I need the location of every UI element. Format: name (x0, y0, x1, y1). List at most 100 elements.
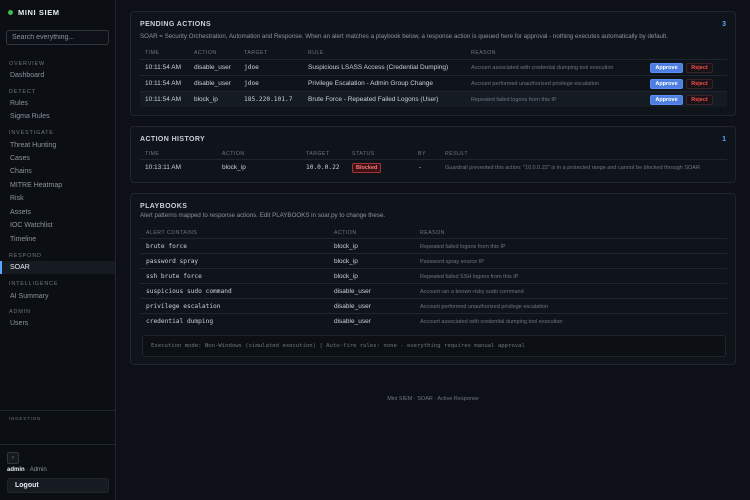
column-header: TARGET (306, 151, 330, 157)
cell-target: jdoe (244, 64, 259, 71)
column-header: ACTION (334, 230, 357, 236)
table-row: 10:11:54 AM block_ip 185.220.101.7 Brute… (140, 91, 727, 107)
cell-reason: Account associated with credential dumpi… (471, 65, 614, 71)
cell-rule: Brute Force - Repeated Failed Logons (Us… (308, 96, 439, 103)
sidebar-item-threat-hunting[interactable]: Threat Hunting (0, 139, 115, 152)
cell-action: block_ip (222, 164, 246, 171)
reject-button[interactable]: Reject (686, 95, 713, 105)
sidebar-item-mitre-heatmap[interactable]: MITRE Heatmap (0, 179, 115, 192)
sidebar: MINI SIEM OVERVIEW Dashboard DETECT Rule… (0, 0, 116, 500)
cell-result: Guardrail prevented this action: "10.0.0… (445, 165, 700, 171)
nav-section-intelligence: INTELLIGENCE (9, 281, 59, 287)
nav-section-detect: DETECT (9, 89, 36, 95)
nav-section-investigate: INVESTIGATE (9, 130, 54, 136)
card-title: PENDING ACTIONS (140, 21, 212, 28)
cell-rule: Privilege Escalation - Admin Group Chang… (308, 80, 434, 87)
cell-action: block_ip (194, 96, 218, 103)
cell-reason: Account performed unauthorized privilege… (471, 81, 600, 87)
cell-reason: Password spray source IP (420, 259, 484, 265)
card-title: PLAYBOOKS (140, 203, 188, 210)
table-row: ssh brute force block_ip Repeated failed… (140, 268, 727, 283)
column-header: TIME (145, 151, 160, 157)
status-dot-icon (8, 10, 13, 15)
cell-time: 10:11:54 AM (145, 96, 182, 103)
footer: Mini SIEM · SOAR · Active Response (387, 396, 479, 402)
cell-pattern: privilege escalation (146, 303, 221, 310)
cell-action: block_ip (334, 258, 358, 265)
nav-section-overview: OVERVIEW (9, 61, 45, 67)
column-header: ACTION (194, 50, 217, 56)
pending-actions-card: PENDING ACTIONS 3 SOAR = Security Orches… (130, 11, 736, 116)
card-description: SOAR = Security Orchestration, Automatio… (140, 33, 668, 40)
card-title: ACTION HISTORY (140, 136, 206, 143)
search-input[interactable] (6, 30, 109, 45)
cell-pattern: suspicious sudo command (146, 288, 232, 295)
reject-button[interactable]: Reject (686, 63, 713, 73)
execution-mode-note: Execution mode: Non-Windows (simulated e… (142, 335, 726, 357)
brand-name: MINI SIEM (18, 8, 60, 17)
cell-reason: Repeated failed SSH logons from this IP (420, 274, 519, 280)
sidebar-item-soar[interactable]: SOAR (0, 261, 115, 274)
pending-count-badge: 3 (722, 21, 726, 28)
chevron-right-icon[interactable]: › (7, 452, 19, 464)
cell-target: 10.0.0.22 (306, 164, 340, 171)
cell-action: disable_user (194, 64, 231, 71)
column-header: ACTION (222, 151, 245, 157)
cell-action: block_ip (334, 273, 358, 280)
cell-time: 10:11:54 AM (145, 64, 182, 71)
column-header: RESULT (445, 151, 469, 157)
cell-time: 10:13:11 AM (145, 164, 182, 171)
user-role: Admin (29, 467, 47, 473)
cell-action: disable_user (194, 80, 231, 87)
table-row: password spray block_ip Password spray s… (140, 253, 727, 268)
card-description: Alert patterns mapped to response action… (140, 212, 386, 219)
user-info: admin · Admin (7, 467, 47, 473)
cell-action: block_ip (334, 243, 358, 250)
cell-by: - (419, 164, 422, 171)
brand: MINI SIEM (8, 8, 60, 17)
cell-pattern: brute force (146, 243, 187, 250)
approve-button[interactable]: Approve (650, 95, 683, 105)
column-header: RULE (308, 50, 324, 56)
sidebar-item-ioc-watchlist[interactable]: IOC Watchlist (0, 219, 115, 232)
sidebar-item-risk[interactable]: Risk (0, 192, 115, 205)
sidebar-item-users[interactable]: Users (0, 317, 115, 330)
cell-pattern: ssh brute force (146, 273, 202, 280)
sidebar-item-cases[interactable]: Cases (0, 152, 115, 165)
sidebar-item-dashboard[interactable]: Dashboard (0, 69, 115, 82)
column-header: STATUS (352, 151, 375, 157)
cell-target: jdoe (244, 80, 259, 87)
history-count-badge: 1 (722, 136, 726, 143)
reject-button[interactable]: Reject (686, 79, 713, 89)
sidebar-item-rules[interactable]: Rules (0, 97, 115, 110)
sidebar-item-ai-summary[interactable]: AI Summary (0, 290, 115, 303)
playbooks-card: PLAYBOOKS Alert patterns mapped to respo… (130, 193, 736, 365)
nav-section-respond: RESPOND (9, 253, 42, 259)
cell-reason: Repeated failed logons from this IP (420, 244, 506, 250)
cell-rule: Suspicious LSASS Access (Credential Dump… (308, 64, 449, 71)
cell-reason: Account ran a known-risky sudo command (420, 289, 524, 295)
sidebar-item-assets[interactable]: Assets (0, 206, 115, 219)
column-header: TIME (145, 50, 160, 56)
table-row: credential dumping disable_user Account … (140, 313, 727, 328)
approve-button[interactable]: Approve (650, 79, 683, 89)
cell-pattern: credential dumping (146, 318, 214, 325)
cell-reason: Repeated failed logons from this IP (471, 97, 557, 103)
sidebar-item-timeline[interactable]: Timeline (0, 233, 115, 246)
sidebar-divider (0, 444, 115, 445)
logout-button[interactable]: Logout (7, 478, 109, 493)
sidebar-divider (0, 410, 115, 411)
table-row: 10:11:54 AM disable_user jdoe Privilege … (140, 75, 727, 91)
column-header: REASON (420, 230, 445, 236)
sidebar-item-sigma-rules[interactable]: Sigma Rules (0, 110, 115, 123)
table-row: brute force block_ip Repeated failed log… (140, 238, 727, 253)
cell-action: disable_user (334, 318, 371, 325)
approve-button[interactable]: Approve (650, 63, 683, 73)
nav-section-admin: ADMIN (9, 309, 31, 315)
column-header: ALERT CONTAINS (146, 230, 198, 236)
action-history-card: ACTION HISTORY 1 TIME ACTION TARGET STAT… (130, 126, 736, 183)
table-row: 10:11:54 AM disable_user jdoe Suspicious… (140, 59, 727, 75)
cell-action: disable_user (334, 303, 371, 310)
sidebar-item-chains[interactable]: Chains (0, 165, 115, 178)
cell-reason: Account associated with credential dumpi… (420, 319, 563, 325)
